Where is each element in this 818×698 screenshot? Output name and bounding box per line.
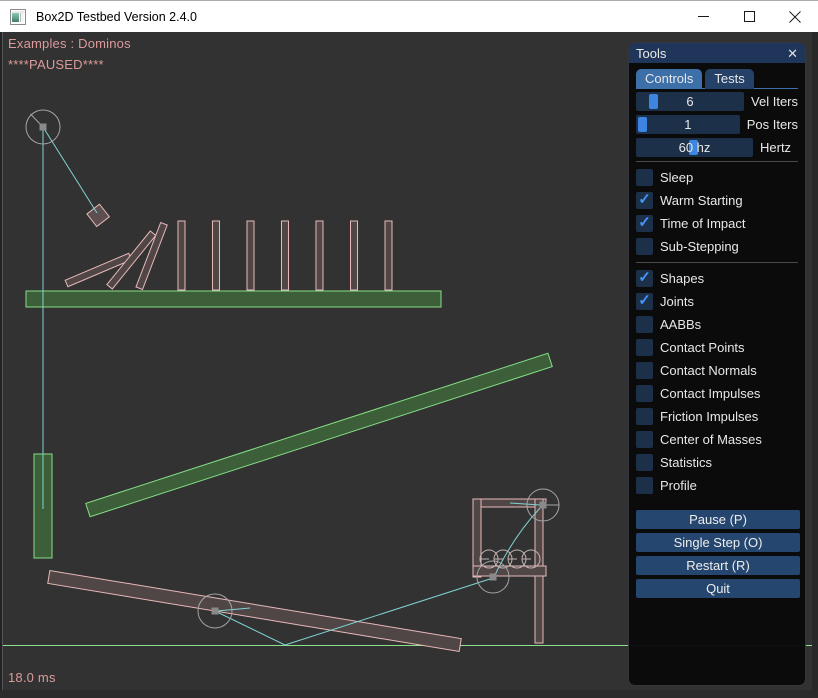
checkbox-sub-stepping[interactable]: ✓ Sub-Stepping <box>636 235 798 258</box>
tab-bar: ControlsTests <box>636 69 798 89</box>
tools-panel-titlebar[interactable]: Tools ✕ <box>629 43 805 63</box>
slider-track[interactable]: 1 <box>636 115 740 134</box>
checkbox-warm-starting[interactable]: ✓ Warm Starting <box>636 189 798 212</box>
checkbox[interactable]: ✓ <box>636 408 653 425</box>
slider-label: Pos Iters <box>747 117 798 132</box>
tools-panel-body: ControlsTests 6 Vel Iters 1 Pos Iters 60… <box>629 63 805 598</box>
checkbox-label: AABBs <box>660 317 701 332</box>
separator <box>636 262 798 263</box>
pause-p-button[interactable]: Pause (P) <box>636 510 800 529</box>
checkbox-label: Center of Masses <box>660 432 762 447</box>
sim-options-group: ✓ Sleep ✓ Warm Starting ✓ Time of Impact… <box>636 166 798 258</box>
slider-value: 1 <box>636 115 740 134</box>
slider-track[interactable]: 60 hz <box>636 138 753 157</box>
checkmark-icon: ✓ <box>638 270 651 285</box>
checkbox[interactable]: ✓ <box>636 339 653 356</box>
checkbox[interactable]: ✓ <box>636 477 653 494</box>
checkbox[interactable]: ✓ <box>636 431 653 448</box>
checkbox[interactable]: ✓ <box>636 385 653 402</box>
checkbox[interactable]: ✓ <box>636 169 653 186</box>
checkbox-aabbs[interactable]: ✓ AABBs <box>636 313 798 336</box>
minimize-button[interactable] <box>680 1 726 32</box>
checkbox-label: Joints <box>660 294 694 309</box>
checkbox[interactable]: ✓ <box>636 270 653 287</box>
tab-controls[interactable]: Controls <box>636 69 702 89</box>
slider-vel-iters: 6 Vel Iters <box>636 92 798 111</box>
checkmark-icon: ✓ <box>638 293 651 308</box>
restart-r-button[interactable]: Restart (R) <box>636 556 800 575</box>
separator <box>636 161 798 162</box>
checkbox-label: Time of Impact <box>660 216 745 231</box>
window-border-bottom[interactable] <box>0 690 818 698</box>
window-controls <box>680 1 818 32</box>
checkbox-label: Friction Impulses <box>660 409 758 424</box>
slider-value: 6 <box>636 92 744 111</box>
shelf-balls[interactable] <box>480 550 540 568</box>
checkbox-label: Sleep <box>660 170 693 185</box>
app-window: Examples : Dominos ****PAUSED**** 18.0 m… <box>0 0 818 698</box>
maximize-icon <box>744 11 755 22</box>
checkbox[interactable]: ✓ <box>636 238 653 255</box>
window-title: Box2D Testbed Version 2.4.0 <box>36 10 197 24</box>
checkbox-joints[interactable]: ✓ Joints <box>636 290 798 313</box>
titlebar[interactable]: Box2D Testbed Version 2.4.0 <box>0 0 818 32</box>
tools-panel-title: Tools <box>636 46 787 61</box>
checkbox-label: Contact Points <box>660 340 745 355</box>
panel-close-icon[interactable]: ✕ <box>787 47 798 60</box>
checkbox-friction-impulses[interactable]: ✓ Friction Impulses <box>636 405 798 428</box>
slider-hertz: 60 hz Hertz <box>636 138 798 157</box>
single-step-o-button[interactable]: Single Step (O) <box>636 533 800 552</box>
checkbox-label: Contact Normals <box>660 363 757 378</box>
maximize-button[interactable] <box>726 1 772 32</box>
slider-label: Vel Iters <box>751 94 798 109</box>
checkbox-label: Profile <box>660 478 697 493</box>
example-label: Examples : Dominos <box>8 36 131 51</box>
checkbox-contact-impulses[interactable]: ✓ Contact Impulses <box>636 382 798 405</box>
checkbox[interactable]: ✓ <box>636 215 653 232</box>
checkbox-time-of-impact[interactable]: ✓ Time of Impact <box>636 212 798 235</box>
checkbox-label: Warm Starting <box>660 193 743 208</box>
app-icon <box>10 9 26 25</box>
checkbox-contact-normals[interactable]: ✓ Contact Normals <box>636 359 798 382</box>
checkbox-label: Contact Impulses <box>660 386 760 401</box>
close-icon <box>789 11 801 23</box>
window-border-right[interactable] <box>812 32 818 698</box>
checkbox[interactable]: ✓ <box>636 362 653 379</box>
close-button[interactable] <box>772 1 818 32</box>
dynamic-bodies[interactable] <box>48 204 546 651</box>
minimize-icon <box>698 11 709 22</box>
checkbox-profile[interactable]: ✓ Profile <box>636 474 798 497</box>
checkbox-label: Sub-Stepping <box>660 239 739 254</box>
checkbox[interactable]: ✓ <box>636 454 653 471</box>
slider-group: 6 Vel Iters 1 Pos Iters 60 hz Hertz <box>636 92 798 157</box>
frame-time-label: 18.0 ms <box>8 670 56 685</box>
checkbox[interactable]: ✓ <box>636 293 653 310</box>
tools-panel: Tools ✕ ControlsTests 6 Vel Iters 1 Pos … <box>628 42 806 686</box>
checkbox-contact-points[interactable]: ✓ Contact Points <box>636 336 798 359</box>
checkmark-icon: ✓ <box>638 192 651 207</box>
slider-pos-iters: 1 Pos Iters <box>636 115 798 134</box>
checkmark-icon: ✓ <box>638 215 651 230</box>
slider-value: 60 hz <box>636 138 753 157</box>
paused-label: ****PAUSED**** <box>8 57 104 72</box>
slider-label: Hertz <box>760 140 791 155</box>
checkbox-statistics[interactable]: ✓ Statistics <box>636 451 798 474</box>
slider-track[interactable]: 6 <box>636 92 744 111</box>
checkbox-shapes[interactable]: ✓ Shapes <box>636 267 798 290</box>
checkbox[interactable]: ✓ <box>636 316 653 333</box>
checkbox-label: Statistics <box>660 455 712 470</box>
action-buttons: Pause (P) Single Step (O) Restart (R) Quit <box>636 510 798 598</box>
checkbox-label: Shapes <box>660 271 704 286</box>
checkbox[interactable]: ✓ <box>636 192 653 209</box>
quit-button[interactable]: Quit <box>636 579 800 598</box>
draw-options-group: ✓ Shapes ✓ Joints ✓ AABBs ✓ Contact Poin… <box>636 267 798 497</box>
tab-tests[interactable]: Tests <box>705 69 753 89</box>
joint-anchors <box>40 124 547 615</box>
checkbox-center-of-masses[interactable]: ✓ Center of Masses <box>636 428 798 451</box>
window-border-left-highlight <box>2 32 3 698</box>
checkbox-sleep[interactable]: ✓ Sleep <box>636 166 798 189</box>
